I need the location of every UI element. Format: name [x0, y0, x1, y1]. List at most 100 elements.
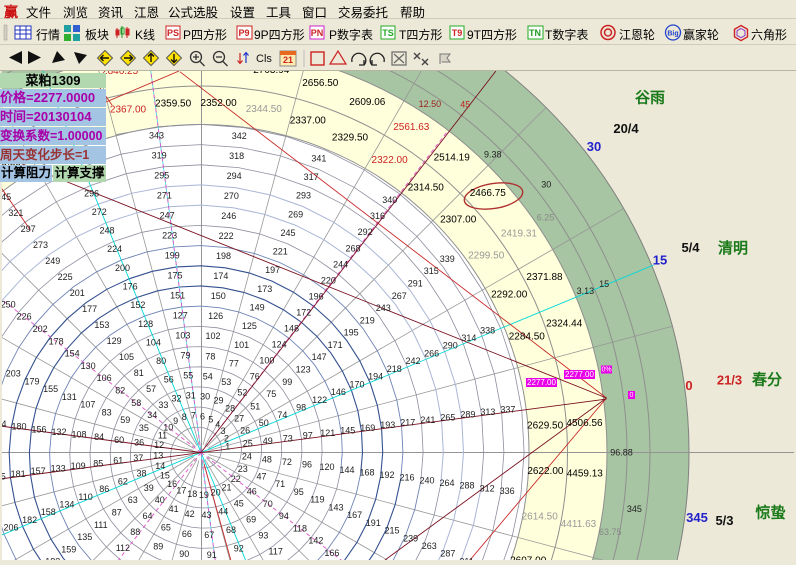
svg-text:86: 86	[99, 484, 109, 494]
svg-text:53: 53	[221, 377, 231, 387]
svg-text:314: 314	[461, 333, 476, 343]
svg-text:290: 290	[443, 341, 458, 351]
svg-text:PN: PN	[311, 28, 324, 38]
svg-text:2371.88: 2371.88	[526, 272, 563, 283]
svg-text:24: 24	[242, 452, 252, 462]
svg-text:94: 94	[279, 511, 289, 521]
svg-text:51: 51	[250, 401, 260, 411]
svg-text:181: 181	[11, 469, 26, 479]
svg-text:32: 32	[171, 393, 181, 403]
svg-text:45: 45	[460, 99, 470, 109]
svg-text:PS: PS	[167, 28, 179, 38]
svg-text:惊蛰: 惊蛰	[755, 504, 785, 522]
svg-text:55: 55	[183, 370, 193, 380]
svg-text:98: 98	[296, 403, 306, 413]
svg-text:54: 54	[203, 371, 213, 381]
svg-text:27: 27	[234, 414, 244, 424]
svg-text:263: 263	[422, 541, 437, 551]
svg-text:2329.50: 2329.50	[332, 133, 369, 144]
svg-text:69: 69	[246, 514, 256, 524]
svg-text:49: 49	[263, 436, 273, 446]
svg-text:122: 122	[312, 395, 327, 405]
svg-text:173: 173	[257, 284, 272, 294]
svg-text:144: 144	[339, 465, 354, 475]
svg-text:2314.50: 2314.50	[408, 183, 445, 194]
svg-text:9: 9	[173, 416, 178, 426]
svg-text:37: 37	[133, 453, 143, 463]
svg-text:201: 201	[70, 288, 85, 298]
svg-text:336: 336	[500, 486, 515, 496]
svg-text:2277.00: 2277.00	[565, 370, 594, 379]
svg-text:131: 131	[62, 392, 77, 402]
svg-text:156: 156	[31, 424, 46, 434]
svg-text:2337.00: 2337.00	[290, 115, 327, 126]
svg-text:293: 293	[296, 191, 311, 201]
svg-text:67: 67	[204, 530, 214, 540]
svg-text:47: 47	[256, 472, 266, 482]
svg-text:239: 239	[403, 533, 418, 543]
svg-text:342: 342	[232, 131, 247, 141]
svg-text:288: 288	[459, 481, 474, 491]
svg-text:28: 28	[225, 403, 235, 413]
svg-text:194: 194	[368, 372, 383, 382]
svg-text:59: 59	[120, 415, 130, 425]
svg-text:123: 123	[296, 365, 311, 375]
svg-text:291: 291	[408, 279, 423, 289]
svg-text:30: 30	[200, 391, 210, 401]
svg-text:221: 221	[273, 247, 288, 257]
svg-text:124: 124	[272, 339, 287, 349]
svg-text:271: 271	[157, 190, 172, 200]
svg-text:15: 15	[653, 253, 667, 268]
svg-text:38: 38	[136, 469, 146, 479]
svg-text:220: 220	[321, 275, 336, 285]
svg-text:167: 167	[347, 510, 362, 520]
svg-text:338: 338	[480, 325, 495, 335]
svg-text:5/3: 5/3	[715, 513, 733, 528]
svg-text:343: 343	[149, 130, 164, 140]
svg-text:63.75: 63.75	[599, 527, 622, 537]
svg-text:142: 142	[308, 536, 323, 546]
svg-text:66: 66	[182, 529, 192, 539]
svg-text:2656.50: 2656.50	[302, 78, 339, 89]
svg-text:152: 152	[130, 300, 145, 310]
svg-text:240: 240	[419, 475, 434, 485]
svg-text:132: 132	[51, 427, 66, 437]
svg-text:292: 292	[358, 227, 373, 237]
svg-text:2367.00: 2367.00	[110, 105, 147, 116]
svg-text:97: 97	[303, 431, 313, 441]
svg-text:99: 99	[282, 377, 292, 387]
svg-text:120: 120	[319, 462, 334, 472]
svg-text:58: 58	[131, 398, 141, 408]
svg-text:4459.13: 4459.13	[567, 469, 604, 480]
svg-text:191: 191	[366, 518, 381, 528]
svg-text:2352.00: 2352.00	[201, 98, 238, 109]
svg-text:50: 50	[259, 418, 269, 428]
svg-text:2277.00: 2277.00	[527, 378, 556, 387]
svg-text:2622.00: 2622.00	[527, 466, 564, 477]
svg-text:145: 145	[340, 426, 355, 436]
svg-text:312: 312	[480, 483, 495, 493]
svg-text:84: 84	[94, 432, 104, 442]
svg-text:216: 216	[399, 473, 414, 483]
svg-text:Big: Big	[667, 31, 678, 38]
svg-text:79: 79	[180, 350, 190, 360]
svg-text:270: 270	[224, 191, 239, 201]
svg-text:43: 43	[201, 510, 211, 520]
svg-text:178: 178	[49, 336, 64, 346]
svg-text:243: 243	[376, 303, 391, 313]
svg-text:T9: T9	[452, 28, 463, 38]
svg-text:177: 177	[82, 304, 97, 314]
svg-text:90: 90	[179, 549, 189, 559]
svg-text:198: 198	[216, 251, 231, 261]
svg-text:23: 23	[238, 464, 248, 474]
svg-text:202: 202	[33, 324, 48, 334]
svg-text:22: 22	[231, 474, 241, 484]
svg-text:100: 100	[259, 355, 274, 365]
svg-text:0: 0	[685, 378, 692, 393]
svg-text:30: 30	[541, 180, 551, 190]
svg-text:春分: 春分	[752, 371, 782, 389]
svg-text:68: 68	[226, 525, 236, 535]
svg-text:76: 76	[250, 371, 260, 381]
svg-text:2284.50: 2284.50	[509, 332, 546, 343]
svg-text:195: 195	[344, 328, 359, 338]
